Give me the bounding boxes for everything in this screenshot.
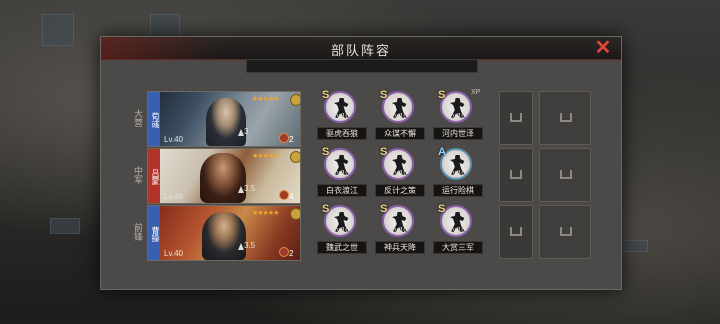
skill-name: 河内世泽 xyxy=(433,127,483,140)
position-label: 前锋 xyxy=(133,223,143,241)
faction-tag: 吕蒙 xyxy=(148,149,160,203)
general-level: Lv.40 xyxy=(164,249,183,258)
skill-level: Lv.10 xyxy=(390,170,408,177)
position-label: 中军 xyxy=(133,166,143,184)
skill-slot[interactable]: S XP Lv.10 河内世泽 xyxy=(433,89,483,145)
faction-tag: 曹操 xyxy=(148,206,160,260)
gem-icon xyxy=(279,190,289,200)
gem-count: 2 xyxy=(289,135,294,144)
troop-row-center: 中军 吕蒙 ★★★★★ Lv.40 3.5 4 S Lv.10 白衣渡江 S L… xyxy=(129,146,591,204)
skill-slot[interactable]: S Lv.10 反计之策 xyxy=(375,146,425,202)
skill-grade: S xyxy=(322,146,330,158)
skill-grade: S xyxy=(438,89,446,101)
skill-grade: S xyxy=(380,89,388,101)
star-rating: ★★★★★ xyxy=(252,153,279,160)
star-rating: ★★★★★ xyxy=(252,210,279,217)
skill-slot[interactable]: S Lv.10 神兵天降 xyxy=(375,203,425,259)
xp-label: XP xyxy=(471,89,481,96)
skill-level: Lv.10 xyxy=(390,113,408,120)
tray-icon xyxy=(510,227,522,236)
skill-level: Lv.10 xyxy=(332,227,350,234)
empty-equipment-slot[interactable] xyxy=(499,205,533,259)
gem-icon xyxy=(279,247,289,257)
skill-name: 大赏三军 xyxy=(433,241,483,254)
skill-name: 神兵天降 xyxy=(375,241,425,254)
tray-icon xyxy=(560,227,572,236)
troop-row-vanguard: 前锋 曹操 ★★★★★ Lv.40 3.5 2 S Lv.10 魏武之世 S L… xyxy=(129,203,591,261)
general-level: Lv.40 xyxy=(164,135,183,144)
empty-equipment-slot[interactable] xyxy=(499,148,533,202)
empty-equipment-slot[interactable] xyxy=(539,205,591,259)
general-cost: 3 xyxy=(244,127,249,136)
modal-header: 部队阵容 ✕ xyxy=(101,37,621,60)
skill-grade: S xyxy=(380,146,388,158)
skill-name: 驱虎吞狼 xyxy=(317,127,367,140)
general-cost: 3.5 xyxy=(244,241,256,250)
tray-icon xyxy=(560,113,572,122)
awaken-icon xyxy=(290,94,300,106)
troop-row-camp: 大营 荀彧 ★★★★★ Lv.40 3 2 S Lv.10 驱虎吞狼 S Lv.… xyxy=(129,89,591,147)
gem-count: 2 xyxy=(289,249,294,258)
gem-icon xyxy=(279,133,289,143)
gem-count: 4 xyxy=(289,192,294,201)
map-tile xyxy=(50,218,80,234)
general-cost: 3.5 xyxy=(244,184,256,193)
skill-grade: S xyxy=(322,89,330,101)
general-art xyxy=(200,153,246,203)
skill-level: Lv.10 xyxy=(448,113,466,120)
skill-grade: A xyxy=(438,146,446,158)
empty-equipment-slot[interactable] xyxy=(499,91,533,145)
skill-level: Lv.10 xyxy=(448,170,466,177)
skill-name: 众谋不懈 xyxy=(375,127,425,140)
skill-slot[interactable]: S Lv.10 魏武之世 xyxy=(317,203,367,259)
troop-lineup-modal: 部队阵容 ✕ 大营 荀彧 ★★★★★ Lv.40 3 2 S Lv.10 驱虎吞… xyxy=(100,36,622,290)
skill-level: Lv.10 xyxy=(332,113,350,120)
skill-grade: S xyxy=(438,203,446,215)
modal-title: 部队阵容 xyxy=(330,43,391,58)
general-level: Lv.40 xyxy=(164,192,183,201)
skill-slot[interactable]: A Lv.10 运行险棋 xyxy=(433,146,483,202)
general-art xyxy=(202,212,246,260)
skill-level: Lv.10 xyxy=(448,227,466,234)
tray-icon xyxy=(510,113,522,122)
skill-grade: S xyxy=(380,203,388,215)
general-art xyxy=(206,98,246,146)
skill-slot[interactable]: S Lv.10 驱虎吞狼 xyxy=(317,89,367,145)
skill-name: 魏武之世 xyxy=(317,241,367,254)
general-portrait[interactable]: 荀彧 ★★★★★ Lv.40 3 2 xyxy=(147,91,301,147)
tray-icon xyxy=(510,170,522,179)
close-button[interactable]: ✕ xyxy=(593,38,613,58)
awaken-icon xyxy=(290,208,300,220)
empty-equipment-slot[interactable] xyxy=(539,91,591,145)
empty-equipment-slot[interactable] xyxy=(539,148,591,202)
skill-slot[interactable]: S Lv.10 大赏三军 xyxy=(433,203,483,259)
tab-bar xyxy=(246,59,478,73)
skill-slot[interactable]: S Lv.10 众谋不懈 xyxy=(375,89,425,145)
skill-level: Lv.10 xyxy=(390,227,408,234)
general-portrait[interactable]: 曹操 ★★★★★ Lv.40 3.5 2 xyxy=(147,205,301,261)
skill-grade: S xyxy=(322,203,330,215)
skill-name: 运行险棋 xyxy=(433,184,483,197)
general-portrait[interactable]: 吕蒙 ★★★★★ Lv.40 3.5 4 xyxy=(147,148,301,204)
faction-tag: 荀彧 xyxy=(148,92,160,146)
map-tile xyxy=(42,14,74,46)
skill-name: 反计之策 xyxy=(375,184,425,197)
skill-level: Lv.10 xyxy=(332,170,350,177)
star-rating: ★★★★★ xyxy=(252,96,279,103)
tray-icon xyxy=(560,170,572,179)
skill-slot[interactable]: S Lv.10 白衣渡江 xyxy=(317,146,367,202)
awaken-icon xyxy=(290,151,300,163)
skill-name: 白衣渡江 xyxy=(317,184,367,197)
position-label: 大营 xyxy=(133,109,143,127)
